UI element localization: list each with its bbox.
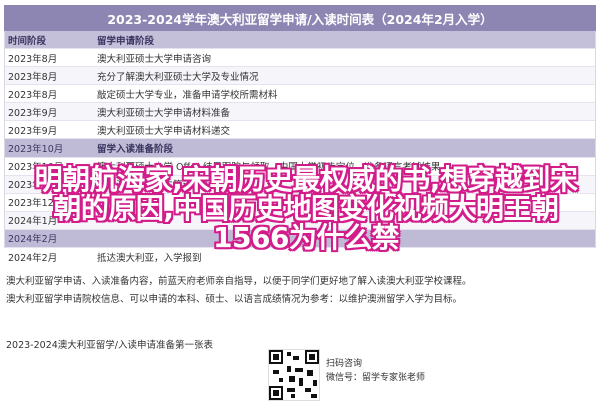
row-time: 2023年10月 (8, 144, 64, 155)
qr-caption-line: 微信号：留学专家张老师 (326, 373, 426, 383)
table-row: 2023年8月 澳大利亚硕士大学申请咨询 (5, 49, 595, 68)
row-time: 2023年8月 (8, 71, 58, 83)
row-time: 2023年9月 (8, 107, 58, 119)
qr-code-image (268, 349, 320, 401)
row-time: 2023年8月 (8, 89, 58, 101)
document-title: 2023-2024学年澳大利亚留学申请/入读时间表（2024年2月入学） (4, 5, 596, 31)
table-row: 2023年9月 澳大利亚硕士大学申请材料递交 (5, 121, 595, 140)
row-time: 2023年8月 (8, 53, 58, 65)
qr-caption: 扫码咨询 微信号：留学专家张老师 (326, 357, 425, 385)
row-task: 留学入读准备阶段 (97, 144, 174, 155)
table-row: 2023年10月 留学入读准备阶段 (5, 139, 595, 158)
row-task: 澳大利亚硕士大学申请材料递交 (97, 125, 231, 137)
row-task: 澳大利亚硕士大学申请材料准备 (97, 107, 231, 119)
row-task: 充分了解澳大利亚硕士大学及专业情况 (97, 71, 259, 83)
note-line: 澳大利亚留学申请、入读准备内容，前蓝天府老师亲自指导，以便于同学们更好地了解入读… (6, 276, 472, 287)
row-task: 敲定硕士大学专业，准备申请学校所需材料 (97, 89, 278, 101)
qr-code-icon (269, 350, 319, 400)
table-header-row: 时间阶段 留学申请阶段 (5, 31, 595, 50)
table-row: 2023年8月 敲定硕士大学专业，准备申请学校所需材料 (5, 85, 595, 104)
table-row: 2023年8月 充分了解澳大利亚硕士大学及专业情况 (5, 67, 595, 86)
row-task: 澳大利亚硕士大学申请咨询 (97, 53, 212, 65)
note-line: 澳大利亚留学申请院校信息、可以申请的本科、硕士、以语言成绩情况为参考：以维护澳洲… (6, 294, 463, 305)
notes-section: 澳大利亚留学申请、入读准备内容，前蓝天府老师亲自指导，以便于同学们更好地了解入读… (6, 273, 594, 309)
row-time: 2023年9月 (8, 125, 58, 137)
footer-text: 2023-2024澳大利亚留学/入读申请准备第一张表 (6, 340, 213, 351)
qr-caption-line: 扫码咨询 (326, 359, 363, 369)
table-row: 2023年9月 澳大利亚硕士大学申请材料准备 (5, 103, 595, 122)
document-page: 2023-2024学年澳大利亚留学申请/入读时间表（2024年2月入学） 时间阶… (0, 0, 600, 417)
header-task: 留学申请阶段 (97, 35, 155, 47)
header-time: 时间阶段 (8, 35, 47, 47)
overlay-headline: 明朝航海家,宋朝历史最权威的书,想穿越到宋朝的原因,中国历史地图变化视频大明王朝… (34, 163, 578, 254)
